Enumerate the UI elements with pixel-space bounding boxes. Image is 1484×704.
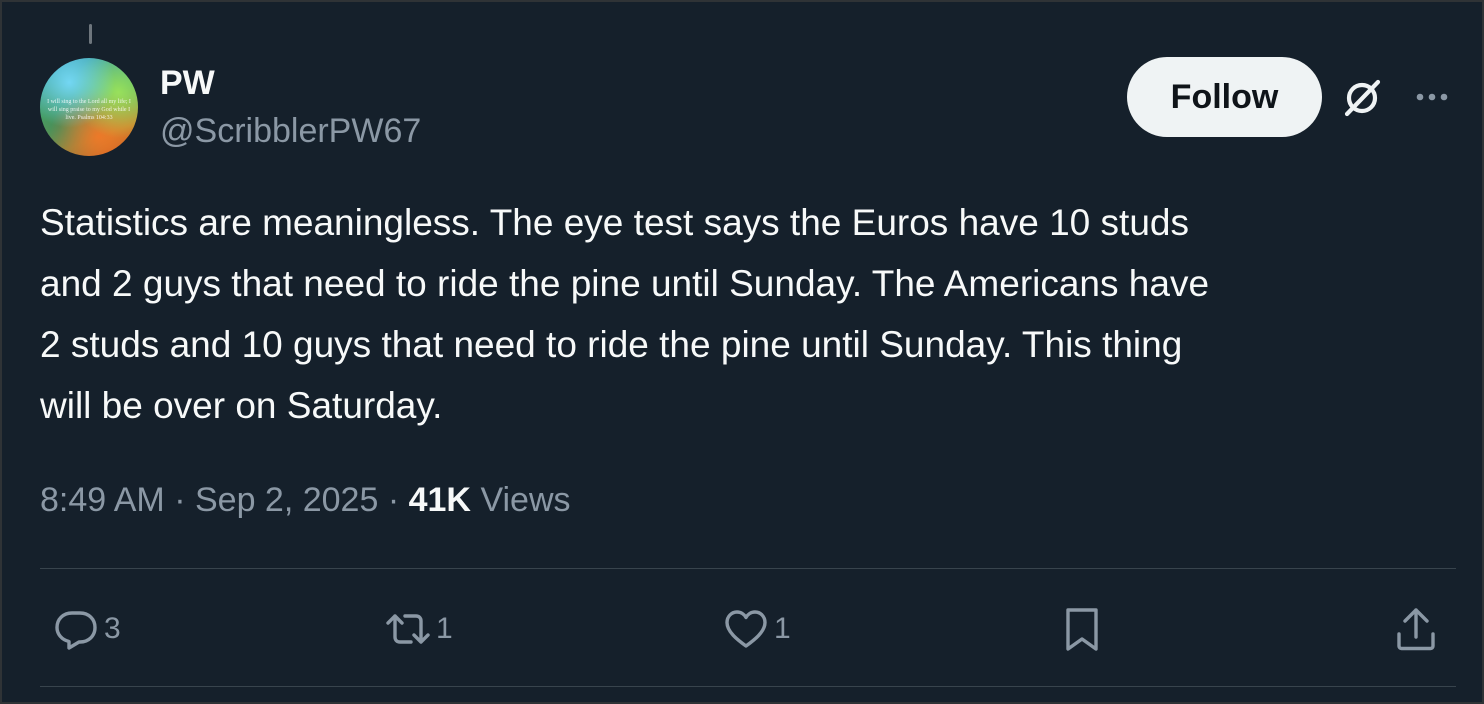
bookmark-icon xyxy=(1058,605,1106,653)
like-button[interactable]: 1 xyxy=(722,602,791,656)
repost-icon xyxy=(384,605,432,653)
tweet-meta: 8:49 AM · Sep 2, 2025 · 41K Views xyxy=(40,478,571,522)
like-count: 1 xyxy=(774,612,791,645)
share-icon xyxy=(1392,605,1440,653)
avatar[interactable]: I will sing to the Lord all my life; I w… xyxy=(40,58,138,156)
repost-count: 1 xyxy=(436,612,453,645)
tweet-text: Statistics are meaningless. The eye test… xyxy=(40,202,1210,426)
follow-button[interactable]: Follow xyxy=(1127,57,1322,137)
reply-icon xyxy=(52,605,100,653)
tweet-card: I will sing to the Lord all my life; I w… xyxy=(0,0,1484,704)
grok-icon[interactable] xyxy=(1340,76,1384,120)
tweet-date[interactable]: Sep 2, 2025 xyxy=(195,481,378,519)
views-count[interactable]: 41K xyxy=(409,481,471,519)
reply-button[interactable]: 3 xyxy=(52,602,121,656)
repost-button[interactable]: 1 xyxy=(384,602,453,656)
divider-top xyxy=(40,568,1456,569)
meta-separator: · xyxy=(387,481,400,519)
divider-bottom xyxy=(40,686,1456,687)
avatar-text: I will sing to the Lord all my life; I w… xyxy=(47,99,131,121)
share-button[interactable] xyxy=(1392,602,1440,656)
display-name[interactable]: PW xyxy=(160,64,215,102)
heart-icon xyxy=(722,605,770,653)
meta-separator: · xyxy=(174,481,186,519)
user-handle[interactable]: @ScribblerPW67 xyxy=(160,112,421,150)
tweet-time[interactable]: 8:49 AM xyxy=(40,481,165,519)
bookmark-button[interactable] xyxy=(1058,602,1106,656)
views-label: Views xyxy=(480,481,571,519)
thread-line xyxy=(89,24,92,44)
reply-count: 3 xyxy=(104,612,121,645)
more-icon[interactable] xyxy=(1412,84,1452,110)
